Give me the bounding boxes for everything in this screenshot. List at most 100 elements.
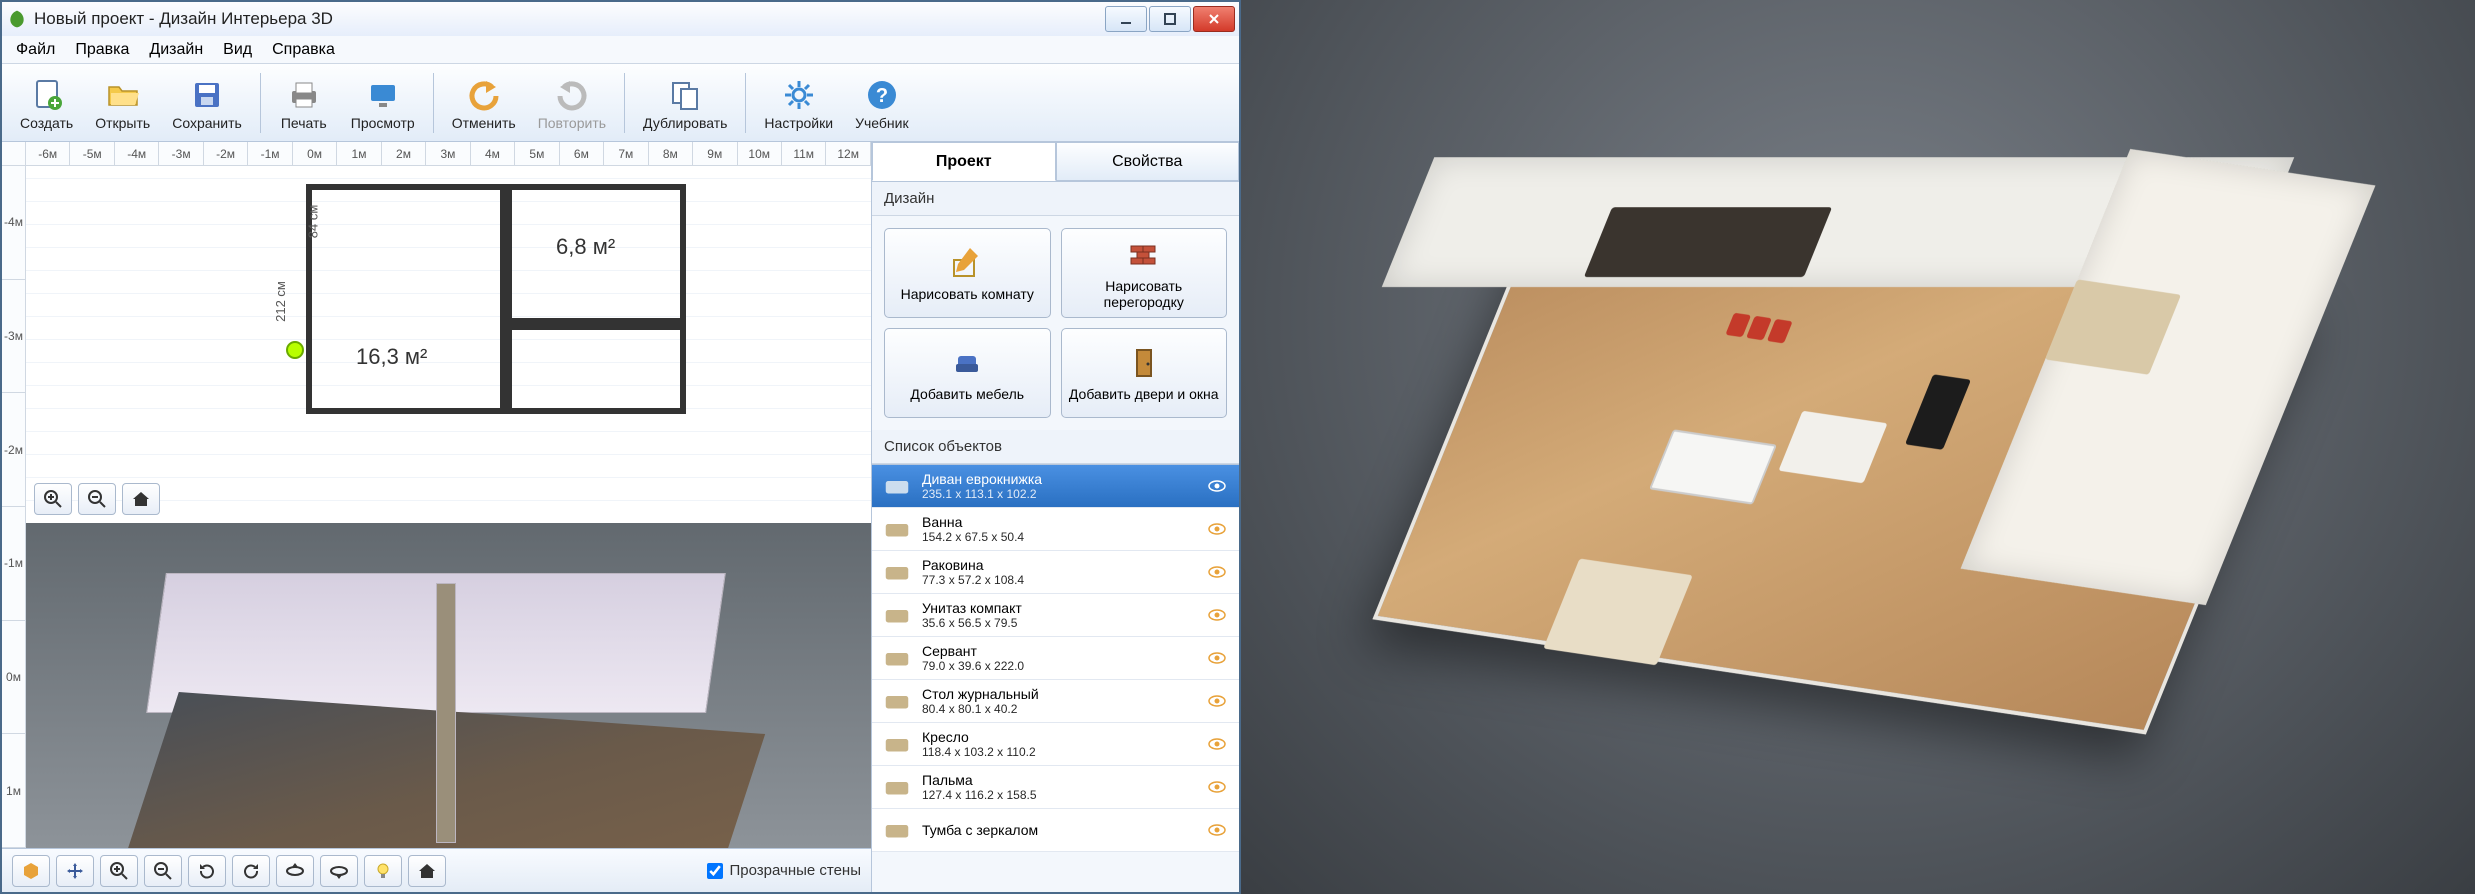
object-dimensions: 79.0 x 39.6 x 222.0 [922, 659, 1195, 673]
object-dimensions: 118.4 x 103.2 x 110.2 [922, 745, 1195, 759]
add-doors-windows-button[interactable]: Добавить двери и окна [1061, 328, 1228, 418]
object-list-item[interactable]: Кресло118.4 x 103.2 x 110.2 [872, 723, 1239, 766]
add-furniture-button[interactable]: Добавить мебель [884, 328, 1051, 418]
minimize-button[interactable] [1105, 6, 1147, 32]
object-name: Диван еврокнижка [922, 471, 1195, 487]
ruler-h-tick: 5м [515, 142, 559, 165]
preview-button[interactable]: Просмотр [341, 71, 425, 135]
home-3d-button[interactable] [408, 855, 446, 887]
zoom-in-plan-button[interactable] [34, 483, 72, 515]
undo-button[interactable]: Отменить [442, 71, 526, 135]
draw-room-button[interactable]: Нарисовать комнату [884, 228, 1051, 318]
ruler-h-tick: 8м [649, 142, 693, 165]
undo-icon [466, 75, 502, 115]
visibility-eye-icon[interactable] [1205, 474, 1229, 498]
object-list-item[interactable]: Сервант79.0 x 39.6 x 222.0 [872, 637, 1239, 680]
ruler-v-tick: -1м [2, 507, 25, 621]
room-a[interactable] [306, 184, 506, 414]
object-dimensions: 80.4 x 80.1 x 40.2 [922, 702, 1195, 716]
create-button[interactable]: Создать [10, 71, 83, 135]
zoom-out-3d-button[interactable] [144, 855, 182, 887]
zoom-out-plan-button[interactable] [78, 483, 116, 515]
view-3d-pane[interactable] [26, 523, 871, 848]
app-window: Новый проект - Дизайн Интерьера 3D Файл … [0, 0, 1241, 894]
open-button[interactable]: Открыть [85, 71, 160, 135]
menu-edit[interactable]: Правка [67, 39, 137, 61]
room-c[interactable] [506, 324, 686, 414]
view-3d-icon-button[interactable] [12, 855, 50, 887]
ruler-h-tick: 12м [826, 142, 870, 165]
titlebar: Новый проект - Дизайн Интерьера 3D [2, 2, 1239, 36]
object-dimensions: 127.4 x 116.2 x 158.5 [922, 788, 1195, 802]
help-icon: ? [864, 75, 900, 115]
rotate-right-button[interactable] [232, 855, 270, 887]
object-thumbnail-icon [882, 815, 912, 845]
object-thumbnail-icon [882, 686, 912, 716]
floppy-icon [189, 75, 225, 115]
menu-view[interactable]: Вид [215, 39, 260, 61]
visibility-eye-icon[interactable] [1205, 646, 1229, 670]
menu-design[interactable]: Дизайн [141, 39, 211, 61]
visibility-eye-icon[interactable] [1205, 560, 1229, 584]
folder-open-icon [105, 75, 141, 115]
object-list-item[interactable]: Диван еврокнижка235.1 x 113.1 x 102.2 [872, 465, 1239, 508]
door-icon [1127, 344, 1161, 382]
ruler-v-tick: -2м [2, 393, 25, 507]
menu-help[interactable]: Справка [264, 39, 343, 61]
object-thumbnail-icon [882, 643, 912, 673]
origin-marker[interactable] [286, 341, 304, 359]
tutorial-button[interactable]: ?Учебник [845, 71, 919, 135]
visibility-eye-icon[interactable] [1205, 775, 1229, 799]
ruler-h-tick: 2м [382, 142, 426, 165]
object-thumbnail-icon [882, 600, 912, 630]
object-thumbnail-icon [882, 729, 912, 759]
object-list-item[interactable]: Тумба с зеркалом [872, 809, 1239, 852]
object-name: Сервант [922, 643, 1195, 659]
object-name: Унитаз компакт [922, 600, 1195, 616]
transparent-walls-checkbox[interactable]: Прозрачные стены [707, 862, 861, 879]
save-button[interactable]: Сохранить [162, 71, 252, 135]
workarea: -6м-5м-4м-3м-2м-1м0м1м2м3м4м5м6м7м8м9м10… [2, 142, 1239, 892]
tab-project[interactable]: Проект [872, 142, 1056, 181]
settings-button[interactable]: Настройки [754, 71, 843, 135]
section-objects-label: Список объектов [872, 430, 1239, 464]
floor-plan-pane[interactable]: 16,3 м² 6,8 м² 212 см 84 см [26, 166, 871, 523]
visibility-eye-icon[interactable] [1205, 603, 1229, 627]
tab-properties[interactable]: Свойства [1056, 142, 1240, 181]
ruler-h-tick: -5м [70, 142, 114, 165]
object-list-item[interactable]: Пальма127.4 x 116.2 x 158.5 [872, 766, 1239, 809]
draw-partition-button[interactable]: Нарисовать перегородку [1061, 228, 1228, 318]
visibility-eye-icon[interactable] [1205, 732, 1229, 756]
visibility-eye-icon[interactable] [1205, 818, 1229, 842]
ruler-h-tick: 4м [471, 142, 515, 165]
pencil-room-icon [950, 244, 984, 282]
close-button[interactable] [1193, 6, 1235, 32]
svg-text:?: ? [876, 85, 888, 107]
visibility-eye-icon[interactable] [1205, 689, 1229, 713]
ruler-h-tick: -6м [26, 142, 70, 165]
armchair-icon [950, 344, 984, 382]
visibility-eye-icon[interactable] [1205, 517, 1229, 541]
object-list-item[interactable]: Раковина77.3 x 57.2 x 108.4 [872, 551, 1239, 594]
object-list-item[interactable]: Унитаз компакт35.6 x 56.5 x 79.5 [872, 594, 1239, 637]
redo-icon [554, 75, 590, 115]
object-list-item[interactable]: Ванна154.2 x 67.5 x 50.4 [872, 508, 1239, 551]
ruler-h-tick: 6м [560, 142, 604, 165]
object-name: Кресло [922, 729, 1195, 745]
dim-vertical: 212 см [273, 281, 288, 322]
zoom-in-3d-button[interactable] [100, 855, 138, 887]
pan-button[interactable] [56, 855, 94, 887]
tilt-down-button[interactable] [320, 855, 358, 887]
document-new-icon [29, 75, 65, 115]
redo-button[interactable]: Повторить [528, 71, 616, 135]
lighting-button[interactable] [364, 855, 402, 887]
print-button[interactable]: Печать [269, 71, 339, 135]
menu-file[interactable]: Файл [8, 39, 63, 61]
duplicate-button[interactable]: Дублировать [633, 71, 737, 135]
rotate-left-button[interactable] [188, 855, 226, 887]
ruler-h-tick: 11м [782, 142, 826, 165]
home-plan-button[interactable] [122, 483, 160, 515]
object-list-item[interactable]: Стол журнальный80.4 x 80.1 x 40.2 [872, 680, 1239, 723]
tilt-up-button[interactable] [276, 855, 314, 887]
maximize-button[interactable] [1149, 6, 1191, 32]
